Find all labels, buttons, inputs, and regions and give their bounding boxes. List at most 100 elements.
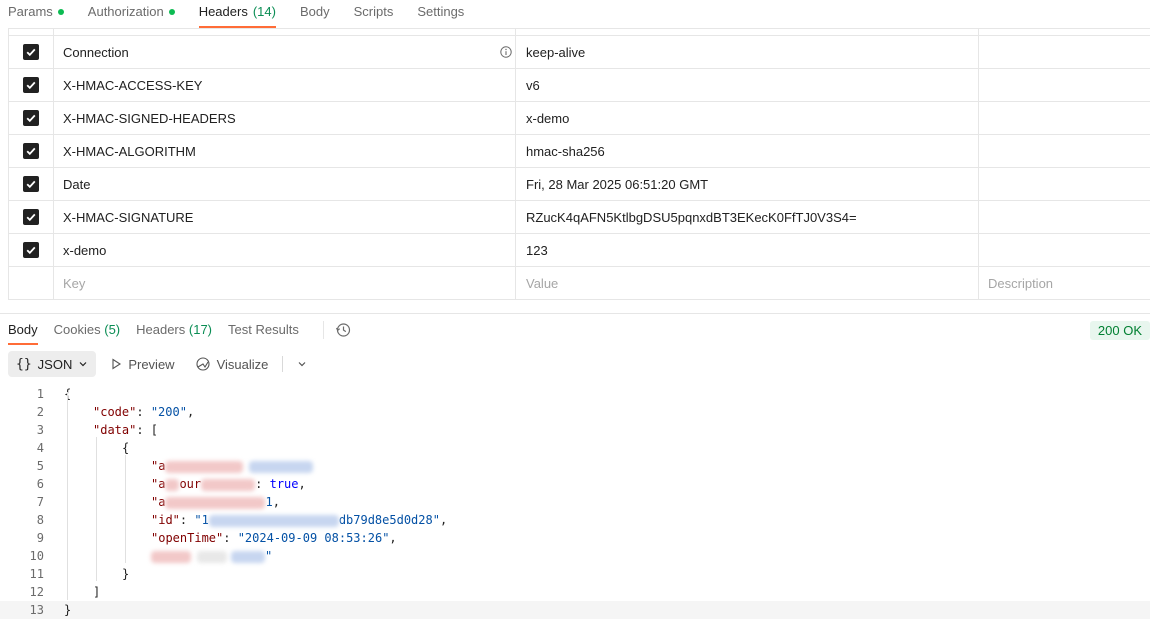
header-description-cell[interactable]	[979, 69, 1150, 101]
header-key: X-HMAC-ACCESS-KEY	[63, 77, 203, 93]
tab-authorization[interactable]: Authorization	[88, 0, 175, 28]
new-value-input[interactable]: Value	[516, 267, 979, 299]
header-description-cell[interactable]	[979, 168, 1150, 200]
header-description-cell[interactable]	[979, 36, 1150, 68]
response-tab-cookies[interactable]: Cookies (5)	[54, 314, 120, 345]
row-checkbox-cell	[9, 234, 54, 266]
new-description-input[interactable]: Description	[979, 267, 1150, 299]
tab-label: Headers	[198, 4, 248, 19]
row-checkbox-cell	[9, 201, 54, 233]
header-checkbox[interactable]	[23, 44, 39, 60]
checkmark-icon	[26, 246, 36, 255]
code-line: 7 "a 1,	[36, 495, 280, 509]
response-body-editor[interactable]: 1{ 2"code": "200", 3"data": [ 4{ 5"a 6"a…	[0, 385, 1150, 620]
header-value-cell[interactable]: RZucK4qAFN5KtlbgDSU5pqnxdBT3EKecK0FfTJ0V…	[516, 201, 979, 233]
tab-label: Body	[299, 4, 330, 19]
header-description-cell[interactable]	[979, 234, 1150, 266]
header-value-cell[interactable]: x-demo	[516, 102, 979, 134]
header-checkbox[interactable]	[23, 176, 39, 192]
response-tab-body[interactable]: Body	[8, 314, 38, 345]
header-value: hmac-sha256	[526, 143, 605, 159]
divider	[282, 356, 284, 372]
code-line: 11}	[29, 567, 130, 581]
play-icon	[112, 358, 122, 370]
checkmark-icon	[26, 48, 36, 57]
code-line: 5 "a	[0, 457, 1150, 475]
code-line: 2 "code": "200",	[36, 405, 195, 419]
tab-label: Settings	[417, 4, 465, 19]
chevron-down-icon	[79, 362, 87, 367]
header-checkbox[interactable]	[23, 143, 39, 159]
header-value-cell[interactable]: 123	[516, 234, 979, 266]
tab-label: Scripts	[353, 4, 394, 19]
header-key-cell[interactable]: X-HMAC-ACCESS-KEY	[54, 69, 516, 101]
header-checkbox[interactable]	[23, 77, 39, 93]
header-checkbox[interactable]	[23, 209, 39, 225]
visualize-button[interactable]: Visualize	[189, 351, 275, 377]
visualize-icon	[196, 357, 210, 371]
request-tabs: Params Authorization Headers (14) Body S…	[0, 0, 1150, 28]
code-line: 6 "a our: true,	[36, 477, 306, 491]
header-key: X-HMAC-ALGORITHM	[63, 143, 196, 159]
header-key-cell[interactable]: Connection	[54, 36, 516, 68]
status-badge[interactable]: 200 OK	[1089, 321, 1150, 340]
header-key-cell[interactable]: Date	[54, 168, 516, 200]
response-tab-test-results[interactable]: Test Results	[228, 314, 299, 345]
header-key-cell[interactable]: X-HMAC-SIGNATURE	[54, 201, 516, 233]
checkmark-icon	[26, 114, 36, 123]
header-key-cell[interactable]: x-demo	[54, 234, 516, 266]
row-checkbox-cell	[9, 36, 54, 68]
table-row: X-HMAC-SIGNED-HEADERS x-demo	[9, 102, 1150, 135]
header-value: 123	[526, 242, 548, 258]
code-line: 12]	[29, 585, 101, 599]
header-value: v6	[526, 77, 540, 93]
preview-button[interactable]: Preview	[104, 351, 180, 377]
tab-headers[interactable]: Headers (14)	[198, 0, 277, 28]
header-key-cell[interactable]: X-HMAC-ALGORITHM	[54, 135, 516, 167]
table-row: X-HMAC-SIGNATURE RZucK4qAFN5KtlbgDSU5pqnx…	[9, 201, 1150, 234]
header-checkbox[interactable]	[23, 242, 39, 258]
status-dot-icon	[168, 9, 175, 15]
header-value-cell[interactable]: hmac-sha256	[516, 135, 979, 167]
code-line: 9 "openTime": "2024-09-09 08:53:26",	[36, 531, 397, 545]
header-key: Connection	[63, 44, 129, 60]
table-row-partial	[9, 28, 1150, 36]
header-value-cell[interactable]: v6	[516, 69, 979, 101]
braces-icon: {}	[16, 356, 32, 372]
header-value: Fri, 28 Mar 2025 06:51:20 GMT	[526, 176, 709, 192]
history-icon[interactable]	[322, 320, 353, 339]
header-description-cell[interactable]	[979, 135, 1150, 167]
table-row: X-HMAC-ALGORITHM hmac-sha256	[9, 135, 1150, 168]
header-key-cell[interactable]: X-HMAC-SIGNED-HEADERS	[54, 102, 516, 134]
code-line: 1{	[36, 387, 71, 401]
checkmark-icon	[26, 213, 36, 222]
header-key: Date	[63, 176, 91, 192]
tab-body[interactable]: Body	[300, 0, 330, 28]
row-checkbox-cell	[9, 102, 54, 134]
checkmark-icon	[26, 147, 36, 156]
info-icon[interactable]	[500, 46, 512, 58]
header-value-cell[interactable]: keep-alive	[516, 36, 979, 68]
tab-params[interactable]: Params	[8, 0, 64, 28]
format-select[interactable]: {} JSON	[8, 351, 97, 377]
row-checkbox-cell	[9, 135, 54, 167]
tab-label: Authorization	[87, 4, 164, 19]
new-key-input[interactable]: Key	[54, 267, 516, 299]
header-value-cell[interactable]: Fri, 28 Mar 2025 06:51:20 GMT	[516, 168, 979, 200]
indent-guide	[125, 455, 126, 563]
tab-settings[interactable]: Settings	[417, 0, 464, 28]
tab-scripts[interactable]: Scripts	[354, 0, 394, 28]
response-tab-headers[interactable]: Headers (17)	[136, 314, 212, 345]
tab-label: Params	[8, 4, 53, 19]
checkmark-icon	[26, 180, 36, 189]
header-description-cell[interactable]	[979, 102, 1150, 134]
header-description-cell[interactable]	[979, 201, 1150, 233]
header-checkbox[interactable]	[23, 110, 39, 126]
tab-count: (14)	[252, 4, 276, 19]
visualize-dropdown[interactable]	[291, 351, 313, 377]
response-tabs: Body Cookies (5) Headers (17) Test Resul…	[0, 313, 1150, 345]
code-line: 4{	[36, 441, 130, 455]
table-row: X-HMAC-ACCESS-KEY v6	[9, 69, 1150, 102]
new-header-row: Key Value Description	[9, 267, 1150, 300]
header-key: x-demo	[63, 242, 107, 258]
